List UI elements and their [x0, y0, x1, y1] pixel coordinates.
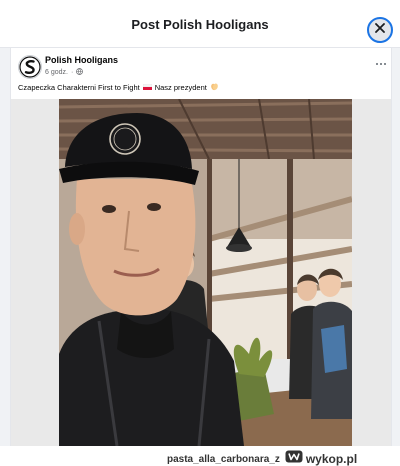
wykop-logo-icon	[285, 450, 303, 466]
wykop-site-text: wykop.pl	[305, 452, 358, 466]
close-button[interactable]	[367, 17, 393, 43]
post-card: Polish Hooligans 6 godz. · Czapeczka Cha…	[10, 48, 392, 446]
page-avatar[interactable]	[18, 55, 42, 79]
wykop-logo: wykop.pl	[285, 450, 357, 466]
close-icon	[374, 21, 386, 39]
author-credit: pasta_alla_carbonara_z	[167, 453, 280, 465]
page-name-link[interactable]: Polish Hooligans	[45, 55, 118, 65]
post-options-button[interactable]	[372, 57, 390, 71]
caption-tail-text: Nasz prezydent	[154, 83, 207, 92]
polish-hooligans-logo-icon	[19, 56, 41, 78]
post-caption: Czapeczka Charakterni First to Fight Nas…	[18, 82, 388, 93]
meta-separator: ·	[70, 68, 74, 76]
post-meta: 6 godz. ·	[45, 67, 84, 77]
dialog-title: Post Polish Hooligans	[131, 17, 269, 32]
dialog-header: Post Polish Hooligans	[0, 0, 400, 48]
media-frame	[11, 99, 391, 446]
watermark-credit: pasta_alla_carbonara_z wykop.pl	[167, 450, 357, 466]
globe-icon	[76, 67, 84, 77]
caption-text: Czapeczka Charakterni First to Fight	[18, 83, 140, 92]
facebook-post-dialog: Post Polish Hooligans Polish Hooligans 6…	[0, 0, 400, 466]
watermark-strip: pasta_alla_carbonara_z wykop.pl	[0, 446, 400, 466]
more-horizontal-icon	[376, 63, 386, 65]
polish-flag-emoji	[142, 83, 152, 92]
video-frame-image	[59, 99, 352, 446]
post-timestamp[interactable]: 6 godz.	[45, 69, 68, 76]
post-video[interactable]	[59, 99, 352, 446]
clapping-hands-emoji	[210, 82, 219, 93]
